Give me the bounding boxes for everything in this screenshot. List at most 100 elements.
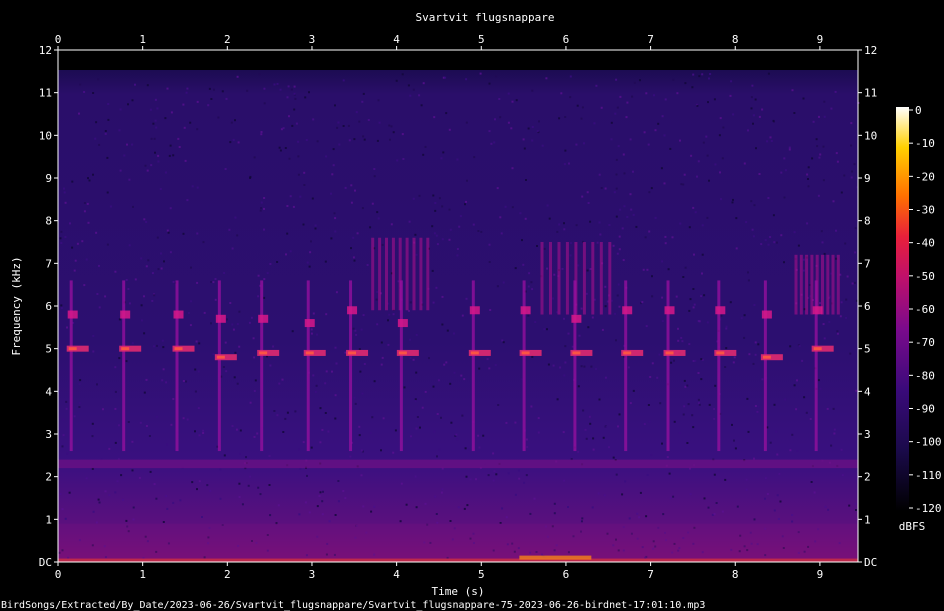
noise-speck bbox=[632, 389, 635, 392]
x-tick-label-top: 0 bbox=[55, 33, 62, 46]
noise-speck bbox=[747, 430, 750, 433]
noise-speck bbox=[108, 447, 111, 450]
noise-speck bbox=[754, 98, 757, 101]
noise-speck bbox=[502, 281, 505, 284]
noise-speck bbox=[380, 341, 383, 344]
noise-speck bbox=[145, 265, 148, 268]
call-peak bbox=[68, 347, 77, 351]
noise-speck bbox=[154, 98, 157, 101]
noise-speck bbox=[510, 127, 513, 130]
noise-speck bbox=[456, 158, 459, 161]
noise-speck bbox=[355, 111, 358, 114]
noise-speck bbox=[820, 230, 823, 233]
noise-speck bbox=[269, 263, 272, 265]
noise-speck bbox=[693, 253, 695, 256]
noise-speck bbox=[592, 437, 595, 440]
noise-speck bbox=[412, 197, 415, 200]
noise-speck bbox=[143, 218, 146, 221]
noise-speck bbox=[692, 206, 695, 209]
noise-speck bbox=[631, 95, 634, 98]
noise-speck bbox=[575, 143, 578, 146]
noise-speck bbox=[646, 268, 649, 271]
noise-speck bbox=[149, 470, 152, 473]
noise-speck bbox=[757, 405, 760, 408]
noise-speck bbox=[748, 353, 751, 356]
x-tick-label-top: 2 bbox=[224, 33, 231, 46]
noise-speck bbox=[729, 301, 732, 304]
noise-speck bbox=[751, 228, 754, 231]
noise-speck bbox=[302, 223, 305, 226]
noise-speck bbox=[236, 234, 239, 237]
noise-speck bbox=[511, 100, 514, 103]
noise-speck bbox=[306, 261, 309, 264]
noise-speck bbox=[677, 327, 679, 330]
noise-speck bbox=[823, 115, 826, 118]
call-upper-note bbox=[215, 314, 226, 323]
noise-speck bbox=[604, 376, 607, 379]
noise-speck bbox=[415, 506, 418, 509]
noise-speck bbox=[718, 134, 721, 137]
noise-speck bbox=[581, 195, 584, 198]
noise-speck bbox=[773, 241, 776, 244]
noise-speck bbox=[134, 83, 136, 86]
noise-speck bbox=[62, 434, 65, 437]
noise-speck bbox=[206, 484, 209, 487]
noise-speck bbox=[851, 282, 854, 285]
noise-speck bbox=[418, 194, 421, 197]
call-trace bbox=[763, 280, 767, 452]
footer-file-path: BirdSongs/Extracted/By_Date/2023-06-26/S… bbox=[1, 600, 705, 611]
noise-speck bbox=[375, 298, 378, 301]
noise-speck bbox=[170, 111, 173, 114]
noise-speck bbox=[98, 143, 101, 146]
noise-speck bbox=[376, 211, 379, 214]
call-trace bbox=[471, 280, 475, 452]
noise-speck bbox=[817, 194, 820, 197]
noise-speck bbox=[809, 418, 812, 420]
noise-speck bbox=[812, 120, 815, 123]
noise-speck bbox=[272, 345, 275, 348]
noise-speck bbox=[263, 278, 266, 281]
noise-speck bbox=[775, 430, 778, 433]
noise-speck bbox=[331, 173, 334, 176]
noise-speck bbox=[387, 319, 389, 322]
noise-speck bbox=[767, 72, 770, 75]
noise-speck bbox=[769, 441, 772, 444]
noise-speck bbox=[586, 191, 589, 194]
x-tick-label: 2 bbox=[224, 568, 231, 581]
noise-speck bbox=[682, 276, 685, 278]
noise-speck bbox=[461, 414, 464, 417]
noise-speck bbox=[754, 405, 757, 407]
noise-speck bbox=[615, 473, 618, 476]
noise-speck bbox=[260, 201, 263, 204]
noise-speck bbox=[719, 171, 721, 174]
noise-speck bbox=[431, 225, 434, 228]
call-peak bbox=[174, 347, 183, 351]
noise-speck bbox=[468, 448, 471, 451]
noise-speck bbox=[446, 329, 449, 332]
noise-speck bbox=[683, 379, 686, 382]
noise-speck bbox=[95, 521, 98, 524]
noise-speck bbox=[488, 367, 491, 370]
noise-speck bbox=[59, 237, 62, 240]
noise-speck bbox=[823, 100, 826, 103]
noise-speck bbox=[376, 323, 379, 326]
noise-speck bbox=[747, 279, 750, 282]
noise-speck bbox=[690, 154, 693, 157]
x-axis-top: 0 1 2 3 4 5 6 7 8 9 bbox=[55, 33, 823, 50]
noise-speck bbox=[380, 449, 382, 452]
noise-speck bbox=[172, 154, 175, 157]
noise-speck bbox=[316, 333, 318, 336]
noise-speck bbox=[69, 222, 71, 225]
noise-speck bbox=[239, 429, 242, 432]
noise-speck bbox=[463, 507, 466, 510]
noise-speck bbox=[592, 448, 595, 451]
noise-speck bbox=[191, 481, 194, 484]
noise-speck bbox=[330, 192, 332, 195]
noise-speck bbox=[78, 383, 81, 386]
noise-speck bbox=[311, 197, 314, 200]
noise-speck bbox=[630, 208, 633, 211]
noise-speck bbox=[691, 86, 694, 89]
noise-speck bbox=[780, 234, 783, 237]
noise-speck bbox=[807, 185, 810, 188]
noise-speck bbox=[698, 75, 701, 78]
